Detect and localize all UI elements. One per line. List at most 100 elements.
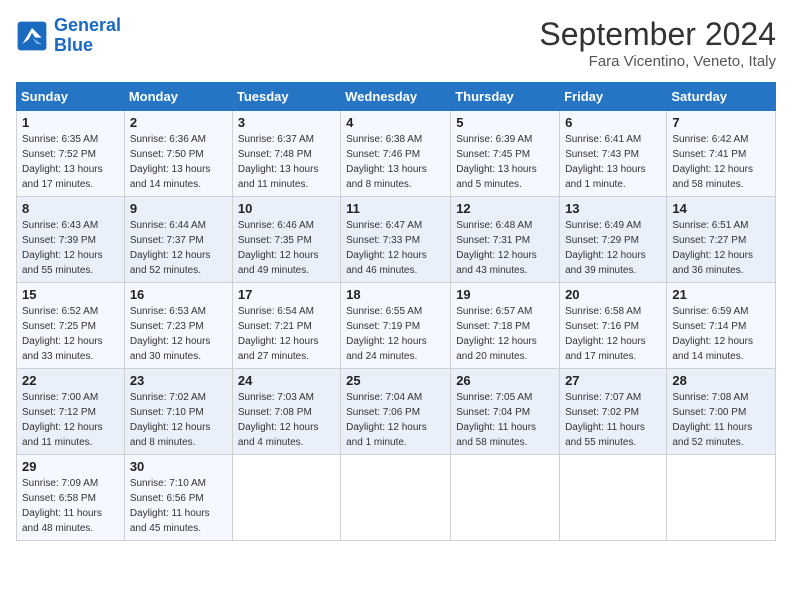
day-detail: Sunrise: 7:03 AMSunset: 7:08 PMDaylight:… (238, 392, 319, 448)
day-number: 19 (456, 287, 554, 302)
day-detail: Sunrise: 6:39 AMSunset: 7:45 PMDaylight:… (456, 134, 537, 190)
day-detail: Sunrise: 7:09 AMSunset: 6:58 PMDaylight:… (22, 478, 102, 534)
calendar-cell: 16 Sunrise: 6:53 AMSunset: 7:23 PMDaylig… (124, 283, 232, 369)
day-detail: Sunrise: 6:51 AMSunset: 7:27 PMDaylight:… (672, 220, 753, 276)
calendar-cell (560, 455, 667, 541)
calendar-cell: 1 Sunrise: 6:35 AMSunset: 7:52 PMDayligh… (17, 111, 125, 197)
day-detail: Sunrise: 6:43 AMSunset: 7:39 PMDaylight:… (22, 220, 103, 276)
week-row-5: 29 Sunrise: 7:09 AMSunset: 6:58 PMDaylig… (17, 455, 776, 541)
month-title: September 2024 (539, 16, 776, 53)
column-header-friday: Friday (560, 83, 667, 111)
week-row-1: 1 Sunrise: 6:35 AMSunset: 7:52 PMDayligh… (17, 111, 776, 197)
calendar-cell (232, 455, 340, 541)
calendar-cell: 7 Sunrise: 6:42 AMSunset: 7:41 PMDayligh… (667, 111, 776, 197)
calendar-cell: 13 Sunrise: 6:49 AMSunset: 7:29 PMDaylig… (560, 197, 667, 283)
calendar-cell (667, 455, 776, 541)
day-detail: Sunrise: 7:07 AMSunset: 7:02 PMDaylight:… (565, 392, 645, 448)
week-row-3: 15 Sunrise: 6:52 AMSunset: 7:25 PMDaylig… (17, 283, 776, 369)
day-detail: Sunrise: 7:08 AMSunset: 7:00 PMDaylight:… (672, 392, 752, 448)
day-number: 1 (22, 115, 119, 130)
day-detail: Sunrise: 6:35 AMSunset: 7:52 PMDaylight:… (22, 134, 103, 190)
day-number: 14 (672, 201, 770, 216)
logo-line2: Blue (54, 35, 93, 55)
calendar-cell: 19 Sunrise: 6:57 AMSunset: 7:18 PMDaylig… (451, 283, 560, 369)
day-number: 6 (565, 115, 661, 130)
page-header: General Blue September 2024 Fara Vicenti… (16, 16, 776, 70)
day-number: 27 (565, 373, 661, 388)
week-row-4: 22 Sunrise: 7:00 AMSunset: 7:12 PMDaylig… (17, 369, 776, 455)
day-number: 22 (22, 373, 119, 388)
calendar-cell: 2 Sunrise: 6:36 AMSunset: 7:50 PMDayligh… (124, 111, 232, 197)
day-number: 21 (672, 287, 770, 302)
calendar-cell: 29 Sunrise: 7:09 AMSunset: 6:58 PMDaylig… (17, 455, 125, 541)
day-number: 7 (672, 115, 770, 130)
day-detail: Sunrise: 6:53 AMSunset: 7:23 PMDaylight:… (130, 306, 211, 362)
day-number: 5 (456, 115, 554, 130)
column-header-wednesday: Wednesday (341, 83, 451, 111)
day-number: 9 (130, 201, 227, 216)
day-detail: Sunrise: 6:48 AMSunset: 7:31 PMDaylight:… (456, 220, 537, 276)
column-header-saturday: Saturday (667, 83, 776, 111)
day-detail: Sunrise: 7:04 AMSunset: 7:06 PMDaylight:… (346, 392, 427, 448)
day-number: 17 (238, 287, 335, 302)
calendar-cell: 5 Sunrise: 6:39 AMSunset: 7:45 PMDayligh… (451, 111, 560, 197)
day-detail: Sunrise: 7:10 AMSunset: 6:56 PMDaylight:… (130, 478, 210, 534)
day-number: 26 (456, 373, 554, 388)
calendar-cell: 23 Sunrise: 7:02 AMSunset: 7:10 PMDaylig… (124, 369, 232, 455)
calendar-cell: 27 Sunrise: 7:07 AMSunset: 7:02 PMDaylig… (560, 369, 667, 455)
day-number: 23 (130, 373, 227, 388)
location: Fara Vicentino, Veneto, Italy (539, 53, 776, 70)
calendar-cell: 28 Sunrise: 7:08 AMSunset: 7:00 PMDaylig… (667, 369, 776, 455)
day-detail: Sunrise: 6:38 AMSunset: 7:46 PMDaylight:… (346, 134, 427, 190)
day-detail: Sunrise: 7:05 AMSunset: 7:04 PMDaylight:… (456, 392, 536, 448)
day-detail: Sunrise: 6:41 AMSunset: 7:43 PMDaylight:… (565, 134, 646, 190)
calendar-cell: 20 Sunrise: 6:58 AMSunset: 7:16 PMDaylig… (560, 283, 667, 369)
calendar-cell: 6 Sunrise: 6:41 AMSunset: 7:43 PMDayligh… (560, 111, 667, 197)
title-block: September 2024 Fara Vicentino, Veneto, I… (539, 16, 776, 70)
calendar-cell: 26 Sunrise: 7:05 AMSunset: 7:04 PMDaylig… (451, 369, 560, 455)
column-header-tuesday: Tuesday (232, 83, 340, 111)
calendar-cell: 4 Sunrise: 6:38 AMSunset: 7:46 PMDayligh… (341, 111, 451, 197)
calendar-cell: 17 Sunrise: 6:54 AMSunset: 7:21 PMDaylig… (232, 283, 340, 369)
calendar-cell (451, 455, 560, 541)
day-detail: Sunrise: 6:47 AMSunset: 7:33 PMDaylight:… (346, 220, 427, 276)
day-detail: Sunrise: 6:58 AMSunset: 7:16 PMDaylight:… (565, 306, 646, 362)
day-detail: Sunrise: 6:49 AMSunset: 7:29 PMDaylight:… (565, 220, 646, 276)
logo-text: General Blue (54, 16, 121, 56)
day-detail: Sunrise: 6:46 AMSunset: 7:35 PMDaylight:… (238, 220, 319, 276)
day-number: 4 (346, 115, 445, 130)
calendar-cell: 12 Sunrise: 6:48 AMSunset: 7:31 PMDaylig… (451, 197, 560, 283)
day-number: 3 (238, 115, 335, 130)
calendar-cell: 15 Sunrise: 6:52 AMSunset: 7:25 PMDaylig… (17, 283, 125, 369)
logo-line1: General (54, 15, 121, 35)
column-header-thursday: Thursday (451, 83, 560, 111)
logo-icon (16, 20, 48, 52)
logo: General Blue (16, 16, 121, 56)
calendar-cell: 10 Sunrise: 6:46 AMSunset: 7:35 PMDaylig… (232, 197, 340, 283)
calendar-cell: 24 Sunrise: 7:03 AMSunset: 7:08 PMDaylig… (232, 369, 340, 455)
day-number: 29 (22, 459, 119, 474)
calendar-cell: 30 Sunrise: 7:10 AMSunset: 6:56 PMDaylig… (124, 455, 232, 541)
calendar-cell: 21 Sunrise: 6:59 AMSunset: 7:14 PMDaylig… (667, 283, 776, 369)
day-number: 11 (346, 201, 445, 216)
day-detail: Sunrise: 6:37 AMSunset: 7:48 PMDaylight:… (238, 134, 319, 190)
day-detail: Sunrise: 6:57 AMSunset: 7:18 PMDaylight:… (456, 306, 537, 362)
calendar-cell: 3 Sunrise: 6:37 AMSunset: 7:48 PMDayligh… (232, 111, 340, 197)
day-number: 18 (346, 287, 445, 302)
calendar-table: SundayMondayTuesdayWednesdayThursdayFrid… (16, 82, 776, 541)
day-number: 10 (238, 201, 335, 216)
day-number: 25 (346, 373, 445, 388)
day-number: 28 (672, 373, 770, 388)
day-detail: Sunrise: 6:55 AMSunset: 7:19 PMDaylight:… (346, 306, 427, 362)
day-detail: Sunrise: 7:02 AMSunset: 7:10 PMDaylight:… (130, 392, 211, 448)
calendar-cell: 18 Sunrise: 6:55 AMSunset: 7:19 PMDaylig… (341, 283, 451, 369)
column-header-sunday: Sunday (17, 83, 125, 111)
day-detail: Sunrise: 6:52 AMSunset: 7:25 PMDaylight:… (22, 306, 103, 362)
day-detail: Sunrise: 6:54 AMSunset: 7:21 PMDaylight:… (238, 306, 319, 362)
day-number: 24 (238, 373, 335, 388)
calendar-cell: 11 Sunrise: 6:47 AMSunset: 7:33 PMDaylig… (341, 197, 451, 283)
day-number: 12 (456, 201, 554, 216)
calendar-cell: 9 Sunrise: 6:44 AMSunset: 7:37 PMDayligh… (124, 197, 232, 283)
day-number: 15 (22, 287, 119, 302)
calendar-cell: 8 Sunrise: 6:43 AMSunset: 7:39 PMDayligh… (17, 197, 125, 283)
